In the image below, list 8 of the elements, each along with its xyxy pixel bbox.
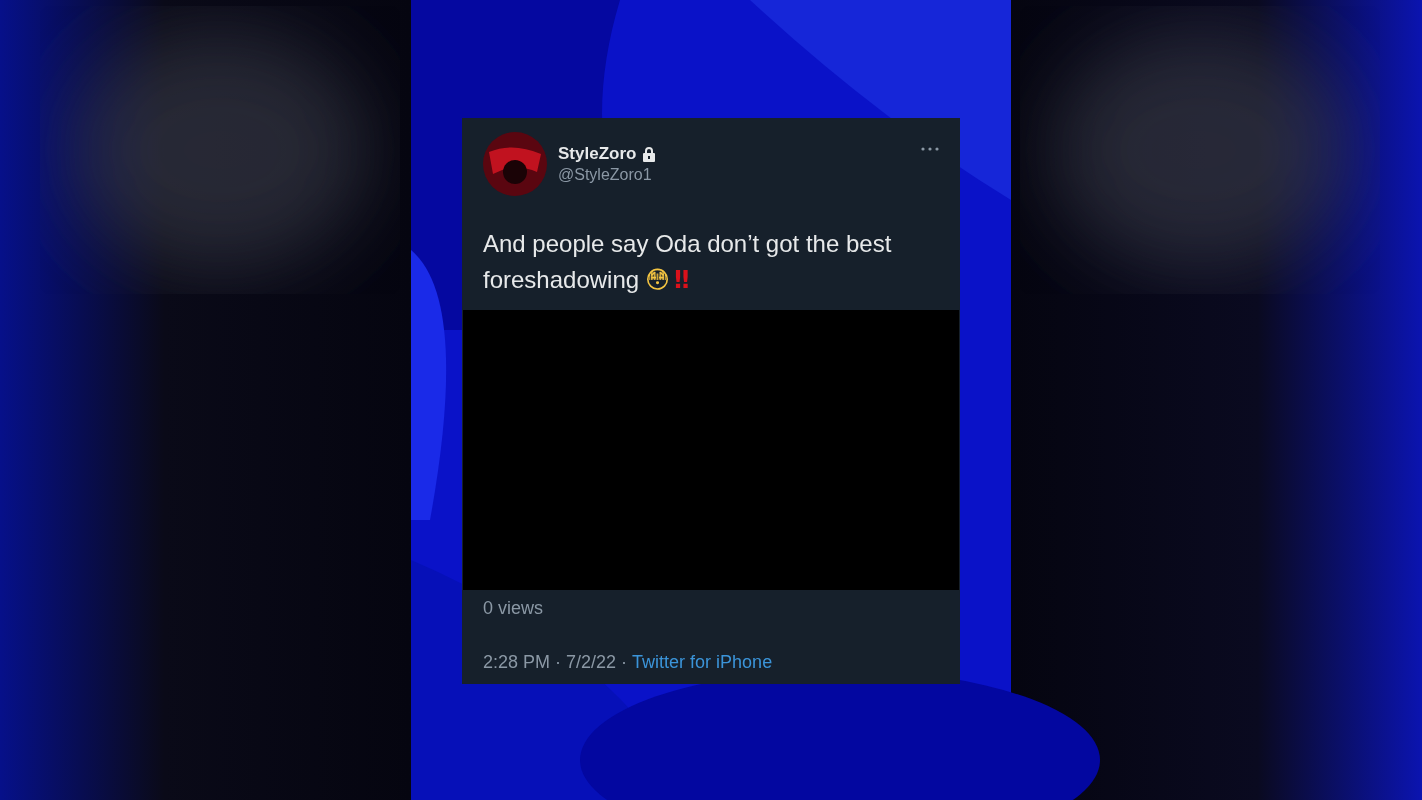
display-name[interactable]: StyleZoro — [558, 144, 637, 164]
avatar[interactable] — [483, 132, 547, 196]
more-options-icon[interactable] — [920, 146, 940, 152]
tweet-text: And people say Oda don’t got the best foreshadowing 😳 ‼ — [483, 229, 893, 296]
timestamp: 2:28 PM · 7/2/22 · — [483, 652, 628, 673]
view-count: 0 views — [483, 598, 544, 618]
user-handle[interactable]: @StyleZoro1 — [558, 166, 658, 184]
source-link[interactable]: Twitter for iPhone — [632, 652, 773, 673]
